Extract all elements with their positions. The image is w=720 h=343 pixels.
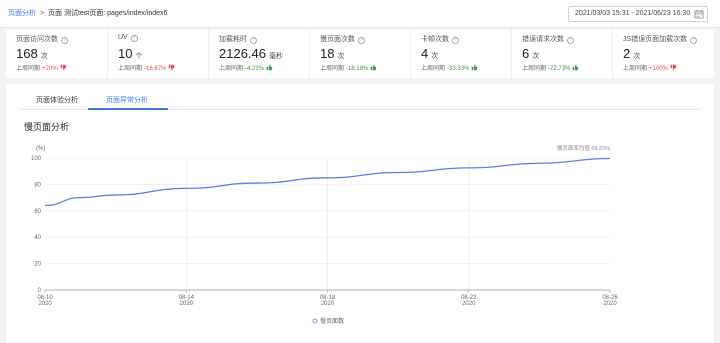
metric-load-time: 加载耗时? 2126.46 毫秒 上周同期 -4.23%	[208, 30, 309, 78]
average-annotation: 慢页面率均值 69.23%	[557, 144, 610, 152]
x-tick-year: 2020	[603, 301, 617, 307]
legend-marker	[312, 318, 318, 324]
compare-label: 上周同期	[623, 66, 648, 72]
help-icon[interactable]: ?	[690, 37, 698, 44]
y-tick-label: 60	[34, 209, 41, 215]
metric-uv: UV? 10 个 上周同期 -16.67%	[107, 30, 208, 78]
metric-name: JS错误页面加载次数	[623, 36, 688, 43]
compare-label: 上周同期	[219, 66, 244, 72]
thumb-up-icon	[371, 64, 377, 71]
metric-name: 慢页面次数	[320, 36, 355, 43]
compare-value: -33.33%	[447, 66, 470, 72]
slow-page-line-chart: 02040608010008-10202008-14202008-1820200…	[31, 144, 618, 325]
y-tick-label: 0	[38, 288, 42, 294]
compare-value: +20%	[42, 66, 58, 72]
help-icon[interactable]: ?	[452, 37, 459, 44]
metric-name: 加载耗时	[219, 36, 247, 43]
y-tick-label: 80	[34, 182, 41, 188]
compare-value: -4.23%	[245, 66, 265, 72]
help-icon[interactable]: ?	[61, 37, 68, 44]
metric-value: 2	[623, 46, 631, 61]
metric-unit: 次	[532, 53, 540, 60]
metric-value: 4	[421, 46, 429, 61]
legend-label: 慢页面数	[320, 317, 344, 325]
metric-unit: 次	[40, 53, 48, 60]
metric-unit: 次	[431, 53, 439, 60]
compare-label: 上周同期	[522, 66, 547, 72]
metric-value: 2126.46	[219, 46, 266, 61]
thumb-up-icon	[573, 64, 579, 71]
metric-value: 18	[320, 46, 335, 61]
metric-name: 错误请求次数	[522, 36, 564, 43]
metric-unit: 次	[633, 53, 641, 60]
metric-unit: 个	[135, 53, 143, 60]
breadcrumb-root-link[interactable]: 页面分析	[8, 10, 36, 17]
help-icon[interactable]: ?	[567, 37, 574, 44]
metric-name: 页面访问次数	[16, 36, 58, 43]
thumb-down-icon	[60, 64, 66, 71]
compare-label: 上周同期	[16, 66, 41, 72]
help-icon[interactable]: ?	[130, 35, 138, 42]
metric-page-visits: 页面访问次数? 168 次 上周同期 +20%	[6, 30, 107, 78]
y-tick-label: 40	[34, 235, 41, 241]
breadcrumb: 页面分析 > 页面 测试test页面: pages/index/index6	[8, 8, 167, 18]
help-icon[interactable]: ?	[250, 37, 257, 44]
metric-unit: 次	[337, 53, 345, 60]
metric-value: 10	[118, 46, 133, 61]
metric-slow-pages: 慢页面次数? 18 次 上周同期 -18.18%	[309, 30, 410, 78]
metric-unit: 毫秒	[269, 53, 283, 60]
metric-value: 168	[16, 46, 38, 61]
x-tick-year: 2020	[321, 301, 335, 307]
breadcrumb-separator: >	[39, 10, 45, 17]
compare-label: 上周同期	[320, 66, 345, 72]
metric-stutters: 卡顿次数? 4次 上周同期 -33.33%	[410, 30, 511, 78]
thumb-down-icon	[169, 64, 175, 71]
compare-label: 上周同期	[118, 66, 143, 72]
calendar-icon	[694, 10, 704, 19]
chart-legend[interactable]: 慢页面数	[312, 317, 344, 325]
y-tick-label: 100	[31, 156, 42, 162]
thumb-down-icon	[670, 64, 677, 71]
compare-label: 上周同期	[421, 66, 446, 72]
compare-value: -16.67%	[144, 66, 167, 72]
metric-value: 6	[522, 46, 530, 61]
date-range-picker[interactable]: 2021/03/03 15:31 - 2021/06/23 16:30	[568, 6, 708, 22]
metric-name: UV	[118, 34, 128, 41]
compare-value: -72.73%	[548, 66, 571, 72]
thumb-up-icon	[266, 64, 273, 71]
thumb-up-icon	[472, 64, 478, 71]
metric-name: 卡顿次数	[421, 36, 449, 43]
metric-error-requests: 错误请求次数? 6次 上周同期 -72.73%	[511, 30, 612, 78]
metrics-bar: 页面访问次数? 168 次 上周同期 +20% UV? 10 个 上周同期 -16.67…	[6, 30, 714, 78]
x-tick-year: 2020	[180, 301, 194, 307]
date-range-value: 2021/03/03 15:31 - 2021/06/23 16:30	[575, 10, 691, 17]
x-tick-year: 2020	[38, 301, 52, 307]
compare-value: -18.18%	[346, 66, 369, 72]
y-axis-label: (%)	[36, 146, 45, 152]
help-icon[interactable]: ?	[358, 37, 365, 44]
top-bar: 页面分析 > 页面 测试test页面: pages/index/index6 2…	[0, 0, 720, 28]
metric-js-error-loads: JS错误页面加载次数? 2次 上周同期 +100%	[612, 30, 713, 78]
breadcrumb-current: 页面 测试test页面: pages/index/index6	[48, 10, 168, 17]
analysis-panel: 页面体验分析 页面异常分析 慢页面分析 0 20 40 60 80 100 08-10 202…	[6, 84, 714, 343]
x-tick-year: 2020	[462, 301, 476, 307]
compare-value: +100%	[649, 66, 668, 72]
y-tick-label: 20	[34, 262, 41, 268]
